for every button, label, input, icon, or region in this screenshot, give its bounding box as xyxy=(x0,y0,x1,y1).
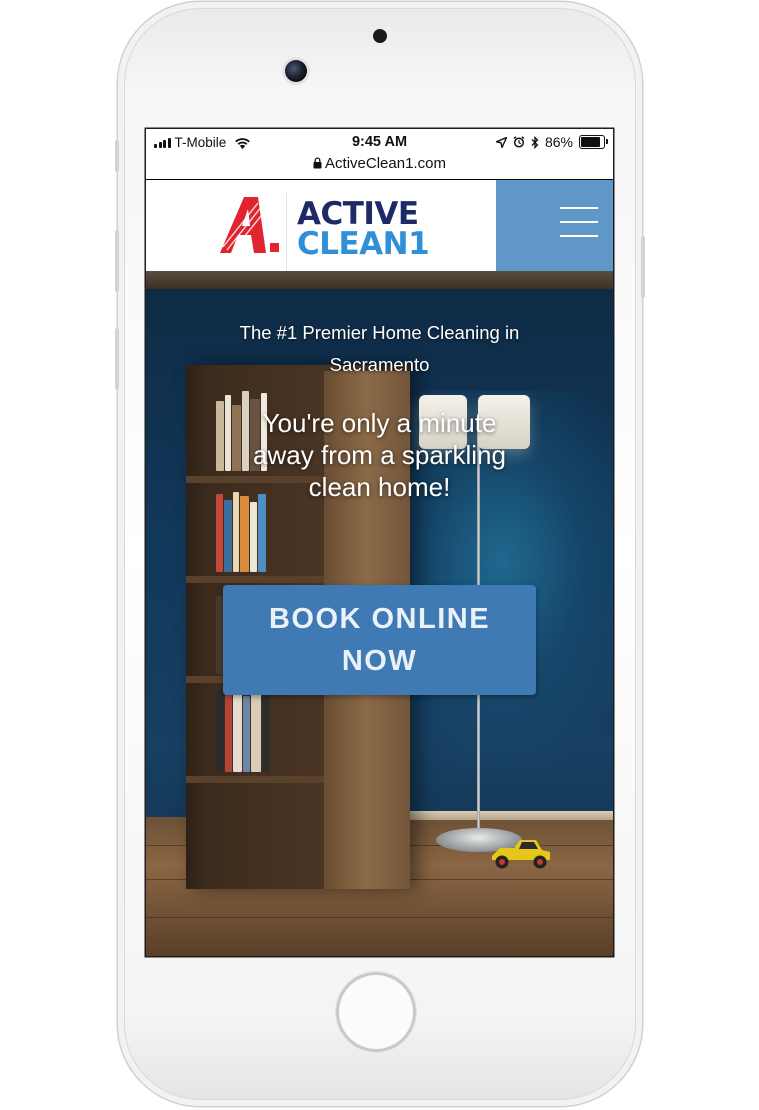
battery-percent: 86% xyxy=(544,134,573,150)
status-right: 86% xyxy=(495,134,608,150)
phone-screen: T-Mobile 9:45 AM 86% ActiveClean1.com AC… xyxy=(146,129,613,956)
book-online-now-label: BOOK ONLINE NOW xyxy=(268,603,491,677)
location-icon xyxy=(495,136,507,148)
hero-headline: You're only a minute away from a sparkli… xyxy=(253,408,506,502)
hero-section: The #1 Premier Home Cleaning in Sacramen… xyxy=(146,271,613,956)
book-online-now-button[interactable]: BOOK ONLINE NOW xyxy=(223,585,536,695)
logo-a-icon xyxy=(220,197,279,253)
page: T-Mobile 9:45 AM 86% ActiveClean1.com AC… xyxy=(0,0,759,1110)
lock-icon xyxy=(313,157,322,169)
battery-icon xyxy=(579,135,608,149)
logo-text-clean1: CLEAN1 xyxy=(297,226,430,262)
logo-divider xyxy=(286,193,287,277)
url-bar[interactable]: ActiveClean1.com xyxy=(146,153,613,179)
hero-subtitle: The #1 Premier Home Cleaning in Sacramen… xyxy=(239,322,520,375)
power-button xyxy=(641,236,645,298)
toy-car-image xyxy=(492,840,550,869)
hero-books xyxy=(216,690,270,772)
hero-shelf xyxy=(186,776,324,783)
mute-switch xyxy=(115,140,119,172)
volume-up-button xyxy=(115,230,119,292)
front-camera xyxy=(285,60,307,82)
hero-shelf xyxy=(186,576,324,583)
hero-ceiling xyxy=(146,271,613,289)
activeclean1-logo[interactable]: ACTIVE CLEAN1 xyxy=(218,189,430,277)
site-header: ACTIVE CLEAN1 xyxy=(146,180,613,277)
bluetooth-icon xyxy=(531,135,539,149)
proximity-sensor xyxy=(373,29,387,43)
url-text: ActiveClean1.com xyxy=(325,155,446,172)
status-bar: T-Mobile 9:45 AM 86% xyxy=(146,129,613,156)
hamburger-menu-button[interactable] xyxy=(496,180,613,271)
alarm-icon xyxy=(513,136,525,148)
volume-down-button xyxy=(115,328,119,390)
hero-books xyxy=(216,492,266,572)
home-button[interactable] xyxy=(336,972,416,1052)
